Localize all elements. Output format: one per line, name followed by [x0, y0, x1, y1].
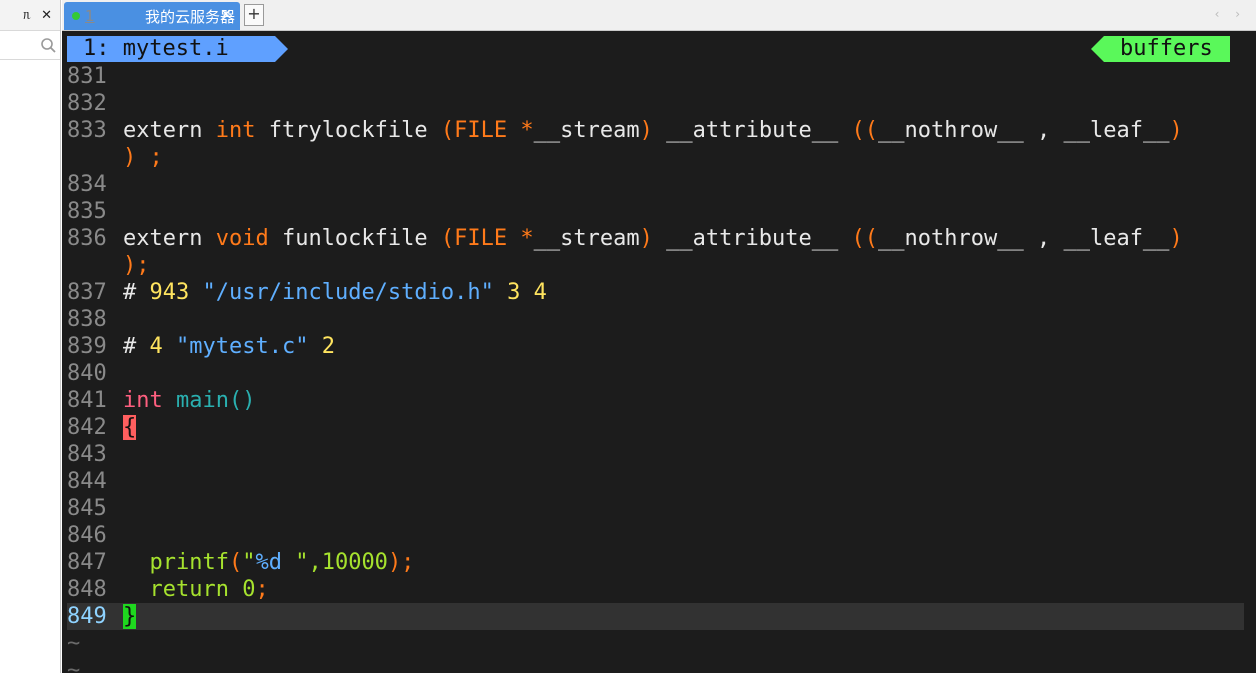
new-tab-button[interactable]: + [244, 4, 264, 26]
session-tab[interactable]: 1 我的云服务器 ✕ [64, 2, 240, 30]
line-number: 844 [67, 469, 107, 494]
line-number: 831 [67, 64, 107, 89]
code-line[interactable]: 834 [67, 171, 1244, 198]
line-code: extern int ftrylockfile (FILE *__stream)… [123, 118, 1183, 143]
code-line[interactable]: 843 [67, 441, 1244, 468]
line-number: ~ [67, 631, 81, 656]
line-number: 832 [67, 91, 107, 116]
line-code: ); [123, 253, 150, 278]
code-line[interactable]: 847 printf("%d ",10000); [67, 549, 1244, 576]
code-line[interactable]: 837 # 943 "/usr/include/stdio.h" 3 4 [67, 279, 1244, 306]
tab-close-icon[interactable]: ✕ [220, 7, 232, 23]
line-number: 838 [67, 307, 107, 332]
line-number: 842 [67, 415, 107, 440]
magnifier-icon[interactable] [40, 37, 57, 54]
line-number: 836 [67, 226, 107, 251]
line-code: extern void funlockfile (FILE *__stream)… [123, 226, 1183, 251]
vim-buffers-label: buffers [1091, 36, 1230, 62]
code-line[interactable]: 841 int main() [67, 387, 1244, 414]
line-number: 845 [67, 496, 107, 521]
tab-scroll-arrows[interactable]: ‹ › [1215, 7, 1246, 21]
code-line[interactable]: 845 [67, 495, 1244, 522]
line-number: 835 [67, 199, 107, 224]
line-code: # 943 "/usr/include/stdio.h" 3 4 [123, 280, 547, 305]
line-code: ) ; [123, 145, 163, 170]
vim-tabline: 1: mytest.i buffers [67, 36, 1256, 63]
line-number: 834 [67, 172, 107, 197]
left-panel-header: ᥰ ✕ [0, 0, 60, 31]
line-number: 837 [67, 280, 107, 305]
line-number: 833 [67, 118, 107, 143]
code-line[interactable]: 842 { [67, 414, 1244, 441]
empty-line-marker[interactable]: ~ [67, 657, 1244, 673]
left-panel: ᥰ ✕ [0, 0, 61, 673]
line-number: 848 [67, 577, 107, 602]
line-number: 839 [67, 334, 107, 359]
code-line[interactable]: 844 [67, 468, 1244, 495]
code-line[interactable]: 833 extern int ftrylockfile (FILE *__stre… [67, 117, 1244, 144]
search-field[interactable] [0, 31, 60, 60]
code-line[interactable]: 849} [67, 603, 1244, 630]
vim-buffer-lines: 831 832 833 extern int ftrylockfile (FILE *… [67, 63, 1244, 673]
code-line[interactable]: 832 [67, 90, 1244, 117]
line-number: 841 [67, 388, 107, 413]
line-code: # 4 "mytest.c" 2 [123, 334, 335, 359]
cursor-brace: } [123, 604, 137, 629]
line-number: 846 [67, 523, 107, 548]
line-code: { [123, 415, 137, 440]
line-code: return 0; [123, 577, 269, 602]
code-line[interactable]: 836 extern void funlockfile (FILE *__stre… [67, 225, 1244, 252]
code-line[interactable]: 831 [67, 63, 1244, 90]
code-line[interactable]: ); [67, 252, 1244, 279]
matching-brace: { [123, 415, 137, 440]
session-tab-bar: 1 我的云服务器 ✕ + ‹ › [62, 0, 1256, 31]
line-code: } [123, 604, 137, 629]
code-line[interactable]: 840 [67, 360, 1244, 387]
line-number: 840 [67, 361, 107, 386]
line-code: int main() [123, 388, 256, 413]
tab-number: 1 [85, 7, 95, 25]
vim-tab-current[interactable]: 1: mytest.i [67, 36, 288, 62]
code-line[interactable]: 848 return 0; [67, 576, 1244, 603]
close-panel-icon[interactable]: ✕ [41, 9, 52, 22]
line-number: 843 [67, 442, 107, 467]
line-number: 849 [67, 604, 107, 629]
line-code: printf("%d ",10000); [123, 550, 415, 575]
code-line[interactable]: 838 [67, 306, 1244, 333]
code-line[interactable]: ) ; [67, 144, 1244, 171]
line-number: 847 [67, 550, 107, 575]
code-line[interactable]: 846 [67, 522, 1244, 549]
pin-icon[interactable]: ᥰ [23, 9, 31, 22]
connected-status-icon [72, 12, 80, 20]
code-line[interactable]: 839 # 4 "mytest.c" 2 [67, 333, 1244, 360]
line-number: ~ [67, 658, 81, 673]
code-line[interactable]: 835 [67, 198, 1244, 225]
empty-line-marker[interactable]: ~ [67, 630, 1244, 657]
terminal-view[interactable]: 1: mytest.i buffers 831 832 833 extern int … [62, 31, 1256, 673]
